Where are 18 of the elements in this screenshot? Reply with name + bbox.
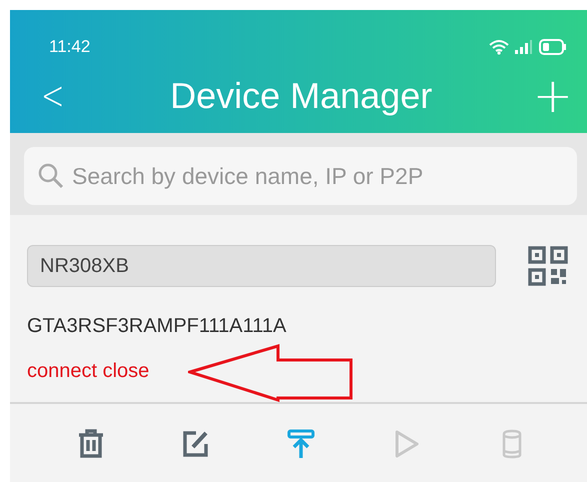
play-icon: [394, 429, 420, 459]
upload-icon: [287, 429, 316, 459]
search-icon: [38, 163, 64, 189]
connection-status: connect close: [27, 360, 150, 383]
cylinder-icon: [501, 429, 524, 459]
search-field[interactable]: Search by device name, IP or P2P: [24, 147, 577, 205]
status-time: 11:42: [49, 37, 90, 57]
battery-icon: [539, 39, 567, 55]
device-serial: GTA3RSF3RAMPF111A111A: [27, 315, 286, 338]
qr-code-icon[interactable]: [528, 246, 568, 286]
page-title: Device Manager: [170, 74, 432, 116]
device-name-field[interactable]: NR308XB: [27, 245, 496, 287]
signal-icon: [515, 40, 533, 54]
back-button[interactable]: <: [41, 76, 64, 116]
add-button[interactable]: +: [532, 72, 573, 120]
wifi-icon: [489, 39, 509, 55]
edit-icon: [182, 430, 210, 458]
trash-icon: [76, 429, 105, 459]
